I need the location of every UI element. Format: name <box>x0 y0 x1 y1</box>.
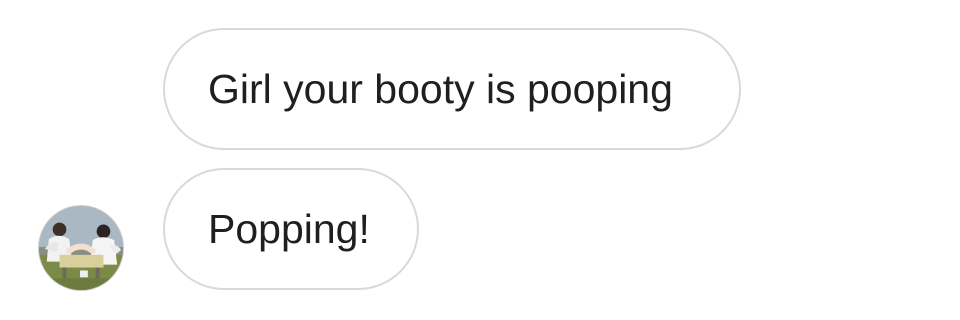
message-text-2: Popping! <box>208 205 370 252</box>
avatar-photo <box>39 206 123 290</box>
avatar[interactable] <box>38 205 124 291</box>
message-bubble-2[interactable]: Popping! <box>163 168 419 290</box>
message-text-1: Girl your booty is pooping <box>208 65 673 112</box>
chat-thread: Girl your booty is pooping Popping! <box>0 0 960 320</box>
message-bubble-1[interactable]: Girl your booty is pooping <box>163 28 741 150</box>
